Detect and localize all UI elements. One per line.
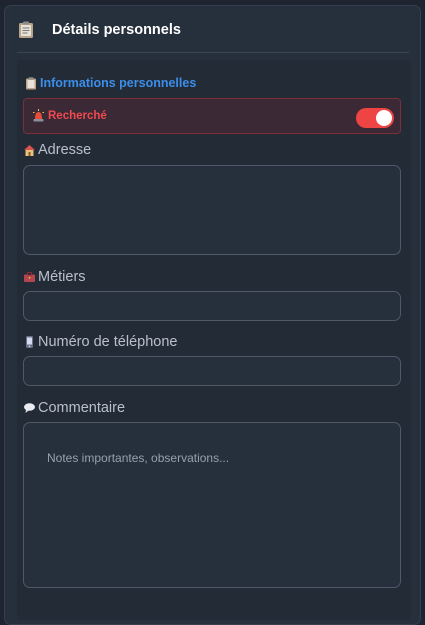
address-field[interactable] [23,165,401,255]
jobs-label: Métiers [23,269,86,285]
header-divider [17,52,409,53]
comment-label: Commentaire [23,400,125,416]
clipboard-icon [19,21,33,38]
panel-header: Détails personnels [5,6,420,52]
jobs-field[interactable] [23,291,401,321]
section-title-label: Informations personnelles [40,76,197,90]
jobs-label-text: Métiers [38,269,86,285]
toggle-knob [376,110,392,126]
phone-field[interactable] [23,356,401,386]
wanted-label: Recherché [48,110,107,122]
phone-label: Numéro de téléphone [23,334,177,350]
wanted-row: Recherché [23,98,401,134]
panel-title: Détails personnels [52,22,181,38]
section-title: Informations personnelles [25,76,196,90]
clipboard-icon [26,76,36,89]
briefcase-icon [24,272,35,282]
address-label: Adresse [23,142,91,158]
wanted-toggle[interactable] [356,108,394,128]
phone-icon [26,336,33,348]
personal-details-panel: Détails personnels Informations personne… [4,5,421,625]
siren-icon [33,109,44,122]
house-icon [24,145,35,156]
speech-bubble-icon [24,403,35,413]
comment-field[interactable] [23,422,401,588]
comment-label-text: Commentaire [38,400,126,416]
address-label-text: Adresse [38,142,92,158]
phone-label-text: Numéro de téléphone [38,334,178,350]
